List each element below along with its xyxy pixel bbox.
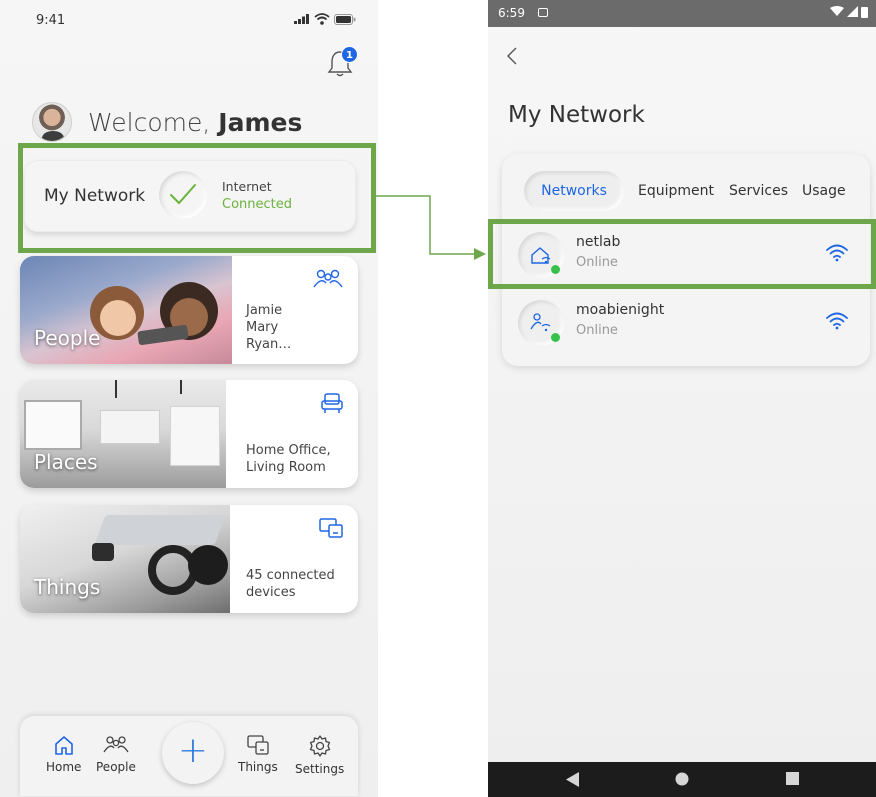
status-time: 6:59 xyxy=(498,6,525,20)
devices-icon xyxy=(318,517,344,539)
wifi-status-icon xyxy=(830,6,844,17)
status-bar: 9:41 xyxy=(0,0,378,40)
places-photo: Places xyxy=(20,380,226,488)
add-button[interactable]: + xyxy=(162,722,224,784)
gear-icon xyxy=(308,734,332,758)
android-recents-button[interactable] xyxy=(786,772,799,785)
people-icon xyxy=(312,268,344,290)
network-row-moabienight[interactable]: moabienight Online xyxy=(502,292,870,356)
places-card-label: Places xyxy=(34,450,98,474)
people-card[interactable]: People Jamie Mary Ryan… xyxy=(20,256,358,364)
welcome-text: Welcome, James xyxy=(88,108,302,137)
network-name: moabienight xyxy=(576,302,664,318)
armchair-icon xyxy=(320,392,344,414)
online-dot xyxy=(551,333,560,342)
notifications-button[interactable]: 1 xyxy=(326,46,358,78)
tab-networks[interactable]: Networks xyxy=(524,171,624,211)
plus-icon: + xyxy=(162,722,224,784)
battery-icon xyxy=(334,14,356,25)
signal-icon xyxy=(847,6,858,17)
highlight-box-my-network xyxy=(18,143,376,253)
devices-icon xyxy=(246,734,270,756)
nav-settings[interactable]: Settings xyxy=(295,734,344,776)
places-card[interactable]: Places Home Office, Living Room xyxy=(20,380,358,488)
user-name: James xyxy=(218,108,302,137)
signal-icon xyxy=(294,14,310,24)
phone-network-screen: 6:59 My Network Networks Equipment Servi… xyxy=(488,0,876,797)
welcome-greeting: Welcome, xyxy=(88,108,210,137)
battery-icon xyxy=(861,6,868,18)
people-icon xyxy=(103,734,129,756)
wifi-icon xyxy=(826,312,848,330)
things-photo: Things xyxy=(20,505,230,613)
avatar[interactable] xyxy=(32,102,72,142)
tab-usage[interactable]: Usage xyxy=(802,171,846,211)
things-card[interactable]: Things 45 connected devices xyxy=(20,505,358,613)
welcome-header: Welcome, James xyxy=(32,102,302,142)
android-status-bar: 6:59 xyxy=(488,0,876,27)
back-button[interactable] xyxy=(506,44,518,72)
nav-home[interactable]: Home xyxy=(46,734,81,774)
notification-icon xyxy=(538,8,548,17)
home-icon xyxy=(53,734,75,756)
places-card-info: Home Office, Living Room xyxy=(246,442,331,476)
nav-things[interactable]: Things xyxy=(238,734,278,774)
android-back-button[interactable] xyxy=(566,772,580,787)
phone-home-screen: 9:41 1 Welcome, xyxy=(0,0,378,797)
highlight-box-netlab xyxy=(488,219,876,289)
android-navigation-bar xyxy=(488,762,876,797)
people-photo: People xyxy=(20,256,232,364)
things-card-label: Things xyxy=(34,575,100,599)
status-time: 9:41 xyxy=(36,13,65,28)
notification-badge: 1 xyxy=(341,46,358,63)
tab-bar: Networks Equipment Services Usage xyxy=(524,171,864,211)
tab-equipment[interactable]: Equipment xyxy=(638,171,714,211)
android-home-button[interactable] xyxy=(675,772,689,786)
tab-services[interactable]: Services xyxy=(729,171,788,211)
page-title: My Network xyxy=(508,102,645,128)
nav-people[interactable]: People xyxy=(96,734,136,774)
network-status: Online xyxy=(576,323,618,338)
people-network-icon xyxy=(518,300,564,346)
people-card-info: Jamie Mary Ryan… xyxy=(246,302,291,353)
bottom-navigation: Home People + Things xyxy=(20,716,358,796)
wifi-status-icon xyxy=(314,13,330,25)
things-card-info: 45 connected devices xyxy=(246,567,335,601)
chevron-left-icon xyxy=(506,46,518,66)
people-card-label: People xyxy=(34,326,100,350)
